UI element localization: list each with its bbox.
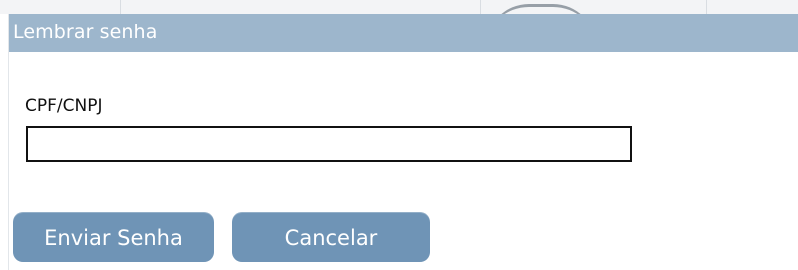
cpf-cnpj-input[interactable]	[26, 126, 632, 162]
dialog-titlebar[interactable]: Lembrar senha	[9, 14, 798, 52]
background-divider	[480, 0, 481, 14]
background-divider	[120, 0, 121, 14]
background-page	[0, 0, 798, 14]
send-password-button[interactable]: Enviar Senha	[13, 212, 214, 262]
dialog-title: Lembrar senha	[13, 21, 158, 43]
remember-password-dialog: Lembrar senha CPF/CNPJ Enviar Senha Canc…	[8, 14, 798, 270]
background-divider	[706, 0, 707, 14]
cancel-button[interactable]: Cancelar	[232, 212, 430, 262]
cpf-cnpj-label: CPF/CNPJ	[25, 96, 103, 116]
